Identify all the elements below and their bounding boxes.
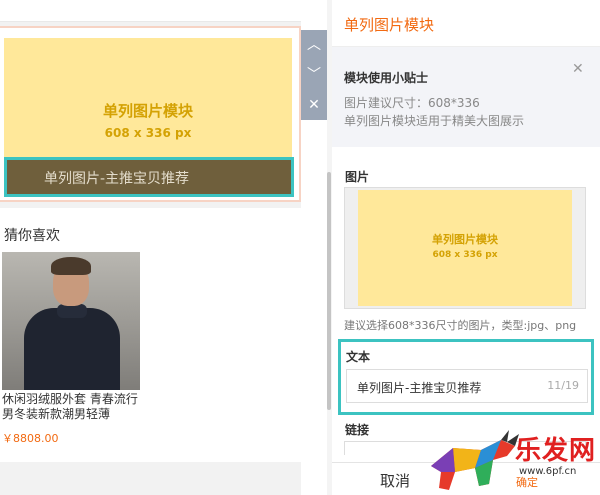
- text-input-value: 单列图片-主推宝贝推荐: [357, 381, 482, 395]
- module-placeholder-size: 608 x 336 px: [104, 126, 192, 140]
- text-input[interactable]: 单列图片-主推宝贝推荐 11/19: [346, 369, 588, 403]
- watermark: 乐发网 www.6pf.cn: [423, 426, 600, 495]
- tips-title: 模块使用小贴士: [344, 71, 429, 85]
- watermark-url: www.6pf.cn: [519, 466, 577, 477]
- preview-top-strip: [0, 0, 301, 22]
- settings-panel: 单列图片模块 模块使用小贴士 ✕ 图片建议尺寸：608*336 单列图片模块适用…: [332, 0, 600, 495]
- mobile-preview: 单列图片模块 608 x 336 px 单列图片-主推宝贝推荐 猜你喜欢 休闲羽…: [0, 0, 301, 495]
- image-label: 图片: [345, 170, 370, 184]
- scrollbar-thumb[interactable]: [327, 172, 331, 410]
- product-name[interactable]: 休闲羽绒服外套 青春流行男冬装新款潮男轻薄: [2, 392, 142, 422]
- product-image-hair: [51, 257, 91, 275]
- product-price: ￥8808.00: [2, 432, 59, 445]
- guess-you-like-title: 猜你喜欢: [4, 228, 60, 244]
- link-label: 链接: [345, 423, 370, 437]
- product-image-jacket: [24, 308, 120, 390]
- image-hint: 建议选择608*336尺寸的图片，类型:jpg、png: [344, 319, 577, 332]
- product-image[interactable]: [2, 252, 140, 390]
- bull-logo-icon: [431, 430, 519, 490]
- watermark-title: 乐发网: [515, 436, 597, 466]
- tips-box: 模块使用小贴士 ✕ 图片建议尺寸：608*336 单列图片模块适用于精美大图展示: [332, 47, 600, 147]
- image-placeholder-title: 单列图片模块: [432, 233, 498, 246]
- image-picker[interactable]: 单列图片模块 608 x 336 px: [344, 187, 586, 309]
- tips-line-usage: 单列图片模块适用于精美大图展示: [344, 114, 525, 128]
- move-up-icon[interactable]: ︿: [301, 30, 327, 60]
- panel-title: 单列图片模块: [344, 16, 435, 34]
- product-image-collar: [57, 304, 87, 318]
- remove-module-icon[interactable]: ✕: [301, 90, 327, 120]
- module-caption-bar[interactable]: 单列图片-主推宝贝推荐: [4, 157, 294, 197]
- guess-you-like-section: 猜你喜欢 休闲羽绒服外套 青春流行男冬装新款潮男轻薄 ￥8808.00: [0, 208, 301, 462]
- module-caption-text: 单列图片-主推宝贝推荐: [44, 171, 190, 187]
- text-char-count: 11/19: [547, 379, 579, 392]
- text-label: 文本: [346, 350, 371, 364]
- tips-line-size: 图片建议尺寸：608*336: [344, 96, 480, 110]
- close-icon[interactable]: ✕: [572, 61, 584, 77]
- move-down-icon[interactable]: ﹀: [301, 60, 327, 90]
- single-image-module[interactable]: 单列图片模块 608 x 336 px 单列图片-主推宝贝推荐: [0, 26, 301, 202]
- text-field-group: 文本 单列图片-主推宝贝推荐 11/19: [338, 339, 594, 415]
- module-tool-strip: ︿ ﹀ ✕: [301, 30, 327, 120]
- cancel-button[interactable]: 取消: [380, 470, 410, 491]
- module-placeholder-title: 单列图片模块: [102, 102, 193, 120]
- image-placeholder-size: 608 x 336 px: [432, 250, 498, 260]
- image-picker-preview: 单列图片模块 608 x 336 px: [358, 190, 572, 306]
